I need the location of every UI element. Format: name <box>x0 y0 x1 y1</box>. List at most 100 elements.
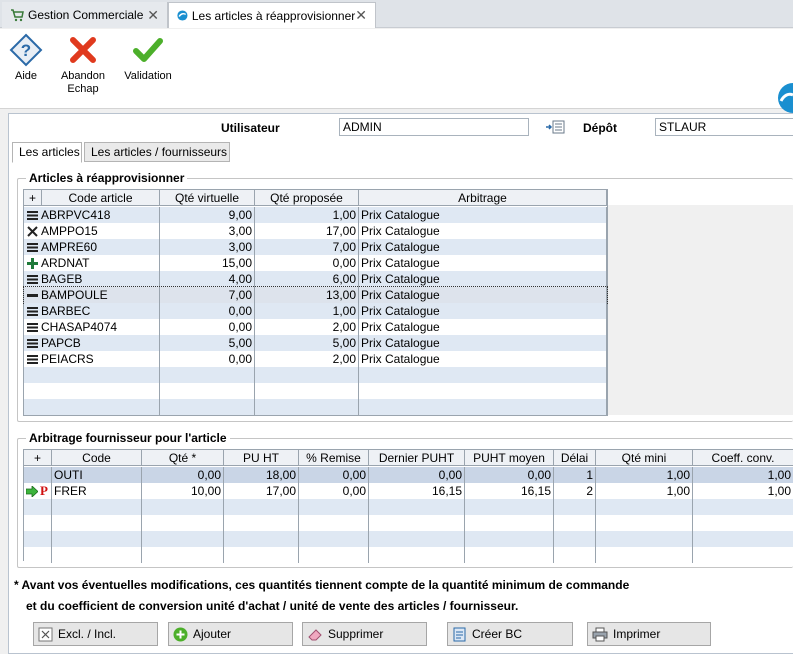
supplier-qte-cell[interactable]: 0,00 <box>142 467 224 483</box>
table-row[interactable]: AMPRE60 3,00 7,00 Prix Catalogue <box>24 239 607 255</box>
supplier-mini-cell[interactable]: 1,00 <box>596 467 693 483</box>
table-row[interactable]: PEIACRS 0,00 2,00 Prix Catalogue <box>24 351 607 367</box>
close-tab-icon[interactable]: ✕ <box>355 7 367 24</box>
article-code-cell[interactable]: BAGEB <box>24 271 160 287</box>
table-row[interactable]: P FRER 10,00 17,00 0,00 16,15 16,15 2 1,00 1,00 <box>24 483 793 499</box>
supplier-dernier-cell[interactable]: 16,15 <box>369 483 465 499</box>
col-code[interactable]: Code <box>52 450 142 466</box>
qte-proposee-cell[interactable]: 17,00 <box>255 223 359 239</box>
qte-proposee-cell[interactable]: 0,00 <box>255 255 359 271</box>
qte-proposee-cell[interactable]: 7,00 <box>255 239 359 255</box>
arbitrage-cell[interactable]: Prix Catalogue <box>359 287 607 303</box>
arbitrage-cell[interactable]: Prix Catalogue <box>359 271 607 287</box>
table-row[interactable]: AMPPO15 3,00 17,00 Prix Catalogue <box>24 223 607 239</box>
arbitrage-cell[interactable]: Prix Catalogue <box>359 239 607 255</box>
col-code-article[interactable]: Code article <box>42 190 160 206</box>
col-qte[interactable]: Qté * <box>142 450 224 466</box>
arbitrage-cell[interactable]: Prix Catalogue <box>359 303 607 319</box>
col-remise[interactable]: % Remise <box>299 450 369 466</box>
supplier-qte-cell[interactable]: 10,00 <box>142 483 224 499</box>
supplier-delai-cell[interactable]: 2 <box>554 483 596 499</box>
supplier-moyen-cell[interactable]: 0,00 <box>465 467 554 483</box>
qte-proposee-cell[interactable]: 1,00 <box>255 303 359 319</box>
qte-proposee-cell[interactable]: 2,00 <box>255 351 359 367</box>
article-code-cell[interactable]: BARBEC <box>24 303 160 319</box>
supplier-code-cell[interactable]: FRER <box>52 483 142 499</box>
tab-articles-reappro[interactable]: Les articles à réapprovisionner ✕ <box>168 2 376 28</box>
article-code-cell[interactable]: CHASAP4074 <box>24 319 160 335</box>
supplier-puht-cell[interactable]: 18,00 <box>224 467 299 483</box>
user-field[interactable]: ADMIN <box>339 118 529 136</box>
table-row[interactable]: BAMPOULE 7,00 13,00 Prix Catalogue <box>23 286 608 304</box>
add-column-icon[interactable]: + <box>24 190 42 206</box>
qte-proposee-cell[interactable]: 2,00 <box>255 319 359 335</box>
table-row[interactable]: ABRPVC418 9,00 1,00 Prix Catalogue <box>24 207 607 223</box>
delete-button[interactable]: Supprimer <box>302 622 427 646</box>
close-tab-icon[interactable]: ✕ <box>147 7 159 24</box>
help-button[interactable]: ? Aide <box>6 33 46 83</box>
col-arbitrage[interactable]: Arbitrage <box>359 190 607 206</box>
article-code-cell[interactable]: AMPPO15 <box>24 223 160 239</box>
create-bc-button[interactable]: Créer BC <box>447 622 573 646</box>
supplier-remise-cell[interactable]: 0,00 <box>299 467 369 483</box>
empty-cell <box>255 399 359 415</box>
col-pu-ht[interactable]: PU HT <box>224 450 299 466</box>
qte-proposee-cell[interactable]: 5,00 <box>255 335 359 351</box>
supplier-dernier-cell[interactable]: 0,00 <box>369 467 465 483</box>
arbitrage-cell[interactable]: Prix Catalogue <box>359 319 607 335</box>
article-code-cell[interactable]: ABRPVC418 <box>24 207 160 223</box>
table-row[interactable] <box>24 367 607 383</box>
table-row[interactable]: PAPCB 5,00 5,00 Prix Catalogue <box>24 335 607 351</box>
abandon-button[interactable]: Abandon Echap <box>56 33 110 96</box>
col-dernier-puht[interactable]: Dernier PUHT <box>369 450 465 466</box>
col-qte-virtuelle[interactable]: Qté virtuelle <box>160 190 255 206</box>
col-qte-proposee[interactable]: Qté proposée <box>255 190 359 206</box>
article-code-cell[interactable]: PEIACRS <box>24 351 160 367</box>
article-code-cell[interactable]: ARDNAT <box>24 255 160 271</box>
table-row[interactable]: ARDNAT 15,00 0,00 Prix Catalogue <box>24 255 607 271</box>
table-row[interactable]: CHASAP4074 0,00 2,00 Prix Catalogue <box>24 319 607 335</box>
table-row[interactable] <box>24 547 793 563</box>
add-button[interactable]: Ajouter <box>168 622 293 646</box>
article-code-cell[interactable]: AMPRE60 <box>24 239 160 255</box>
qte-proposee-cell[interactable]: 1,00 <box>255 207 359 223</box>
arbitrage-cell[interactable]: Prix Catalogue <box>359 207 607 223</box>
arbitrage-cell[interactable]: Prix Catalogue <box>359 255 607 271</box>
tab-articles-fournisseurs[interactable]: Les articles / fournisseurs <box>84 142 230 162</box>
supplier-mini-cell[interactable]: 1,00 <box>596 483 693 499</box>
print-button[interactable]: Imprimer <box>587 622 711 646</box>
col-puht-moyen[interactable]: PUHT moyen <box>465 450 554 466</box>
add-column-icon[interactable]: + <box>24 450 52 466</box>
supplier-code-cell[interactable]: OUTI <box>52 467 142 483</box>
article-code-cell[interactable]: BAMPOULE <box>24 287 160 303</box>
col-coeff-conv[interactable]: Coeff. conv. <box>693 450 793 466</box>
col-qte-mini[interactable]: Qté mini <box>596 450 693 466</box>
arbitrage-cell[interactable]: Prix Catalogue <box>359 335 607 351</box>
col-delai[interactable]: Délai <box>554 450 596 466</box>
qte-proposee-cell[interactable]: 6,00 <box>255 271 359 287</box>
supplier-remise-cell[interactable]: 0,00 <box>299 483 369 499</box>
table-row[interactable]: OUTI 0,00 18,00 0,00 0,00 0,00 1 1,00 1,00 <box>24 467 793 483</box>
table-row[interactable] <box>24 499 793 515</box>
supplier-coeff-cell[interactable]: 1,00 <box>693 467 793 483</box>
table-row[interactable] <box>24 531 793 547</box>
validate-button[interactable]: Validation <box>120 33 176 83</box>
arbitrage-cell[interactable]: Prix Catalogue <box>359 351 607 367</box>
tab-gestion-commerciale[interactable]: Gestion Commerciale ✕ <box>2 2 168 28</box>
article-code-cell[interactable]: PAPCB <box>24 335 160 351</box>
supplier-delai-cell[interactable]: 1 <box>554 467 596 483</box>
table-row[interactable] <box>24 515 793 531</box>
supplier-coeff-cell[interactable]: 1,00 <box>693 483 793 499</box>
supplier-moyen-cell[interactable]: 16,15 <box>465 483 554 499</box>
arbitrage-cell[interactable]: Prix Catalogue <box>359 223 607 239</box>
table-row[interactable]: BARBEC 0,00 1,00 Prix Catalogue <box>24 303 607 319</box>
excl-incl-button[interactable]: Excl. / Incl. <box>33 622 158 646</box>
list-select-icon[interactable] <box>545 120 565 134</box>
table-row[interactable] <box>24 399 607 415</box>
table-row[interactable] <box>24 383 607 399</box>
qte-proposee-cell[interactable]: 13,00 <box>255 287 359 303</box>
tab-les-articles[interactable]: Les articles <box>12 142 82 163</box>
table-row[interactable]: BAGEB 4,00 6,00 Prix Catalogue <box>24 271 607 287</box>
supplier-puht-cell[interactable]: 17,00 <box>224 483 299 499</box>
depot-field[interactable]: STLAUR <box>655 118 793 136</box>
